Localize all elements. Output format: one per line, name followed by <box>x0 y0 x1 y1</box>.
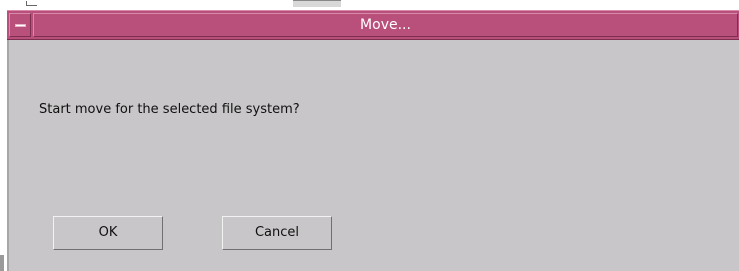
ok-button[interactable]: OK <box>53 216 163 250</box>
title-bar[interactable]: Move... <box>7 10 739 40</box>
window-title: Move... <box>360 17 411 33</box>
window-menu-icon <box>15 24 26 27</box>
window-menu-button[interactable] <box>9 13 31 37</box>
dialog-message: Start move for the selected file system? <box>39 102 300 117</box>
background-fragment <box>293 0 341 7</box>
title-area[interactable]: Move... <box>33 13 738 37</box>
background-fragment <box>22 0 62 8</box>
window-shadow <box>0 255 4 271</box>
cancel-button[interactable]: Cancel <box>222 216 332 250</box>
dialog-content: Start move for the selected file system?… <box>7 40 739 271</box>
move-dialog: Move... Start move for the selected file… <box>6 10 739 271</box>
